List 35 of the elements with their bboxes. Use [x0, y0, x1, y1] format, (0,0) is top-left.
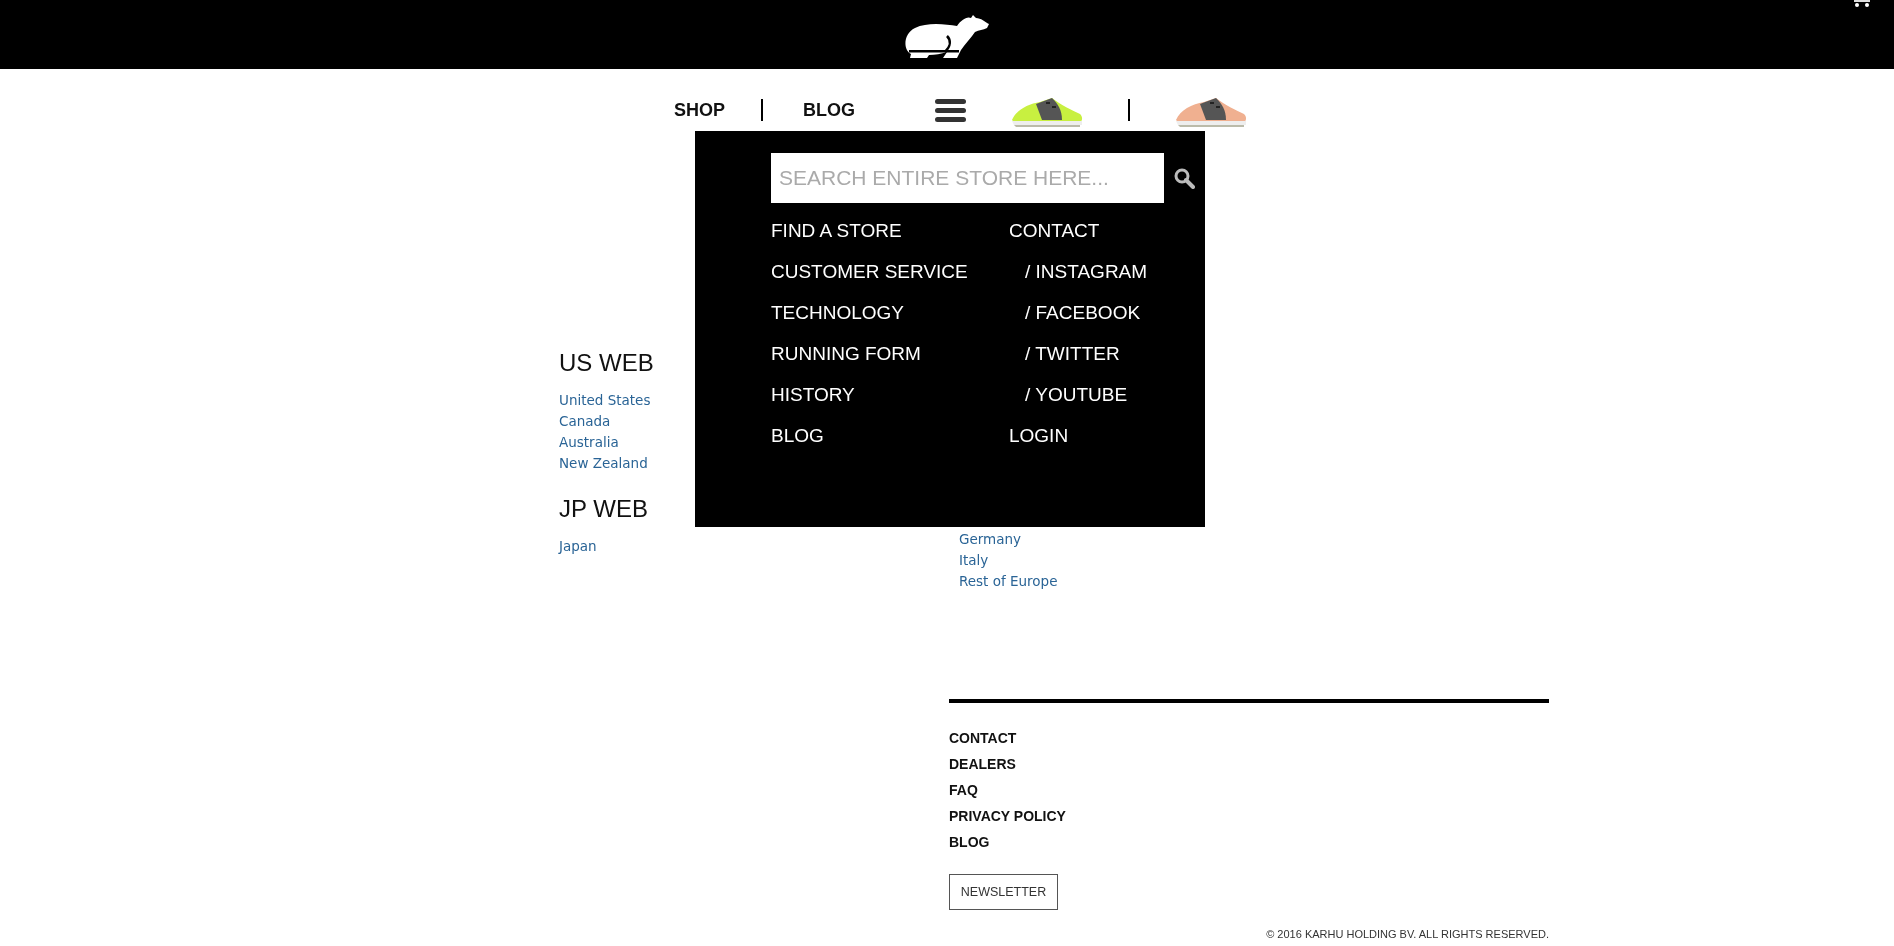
country-link[interactable]: Italy: [959, 550, 989, 571]
footer-link[interactable]: FAQ: [949, 777, 978, 803]
menu-link[interactable]: CONTACT: [1009, 210, 1247, 251]
menu-link[interactable]: LOGIN: [1009, 415, 1247, 456]
search-icon[interactable]: [1174, 167, 1195, 189]
region-heading: JP WEB: [559, 494, 648, 524]
footer-link[interactable]: DEALERS: [949, 751, 1016, 777]
menu-icon[interactable]: [935, 98, 966, 122]
nav-link[interactable]: SHOP: [674, 99, 725, 121]
region-heading: US WEB: [559, 348, 654, 378]
footer-link[interactable]: BLOG: [949, 829, 990, 855]
menu-link[interactable]: RUNNING FORM: [771, 333, 1009, 374]
newsletter-button[interactable]: NEWSLETTER: [949, 874, 1058, 910]
country-link[interactable]: Japan: [559, 536, 597, 557]
cart-icon[interactable]: [1854, 0, 1870, 8]
footer-link[interactable]: PRIVACY POLICY: [949, 803, 1066, 829]
social-link[interactable]: / YOUTUBE: [1009, 374, 1247, 415]
country-link[interactable]: United States: [559, 390, 651, 411]
menu-link[interactable]: CUSTOMER SERVICE: [771, 251, 1009, 292]
country-link[interactable]: Canada: [559, 411, 611, 432]
menu-link[interactable]: TECHNOLOGY: [771, 292, 1009, 333]
country-link[interactable]: Germany: [959, 529, 1022, 550]
country-link[interactable]: New Zealand: [559, 453, 648, 474]
menu-link[interactable]: FIND A STORE: [771, 210, 1009, 251]
social-link[interactable]: / TWITTER: [1009, 333, 1247, 374]
nav-link[interactable]: BLOG: [803, 99, 855, 121]
country-link[interactable]: Rest of Europe: [959, 571, 1058, 592]
search-field[interactable]: SEARCH ENTIRE STORE HERE...: [771, 153, 1164, 203]
copyright-text: © 2016 KARHU HOLDING BV. ALL RIGHTS RESERVED.: [1266, 928, 1549, 940]
social-link[interactable]: / FACEBOOK: [1009, 292, 1247, 333]
social-link[interactable]: / INSTAGRAM: [1009, 251, 1247, 292]
footer-link[interactable]: CONTACT: [949, 725, 1017, 751]
country-link[interactable]: Australia: [559, 432, 619, 453]
menu-link[interactable]: BLOG: [771, 415, 1009, 456]
menu-link[interactable]: HISTORY: [771, 374, 1009, 415]
